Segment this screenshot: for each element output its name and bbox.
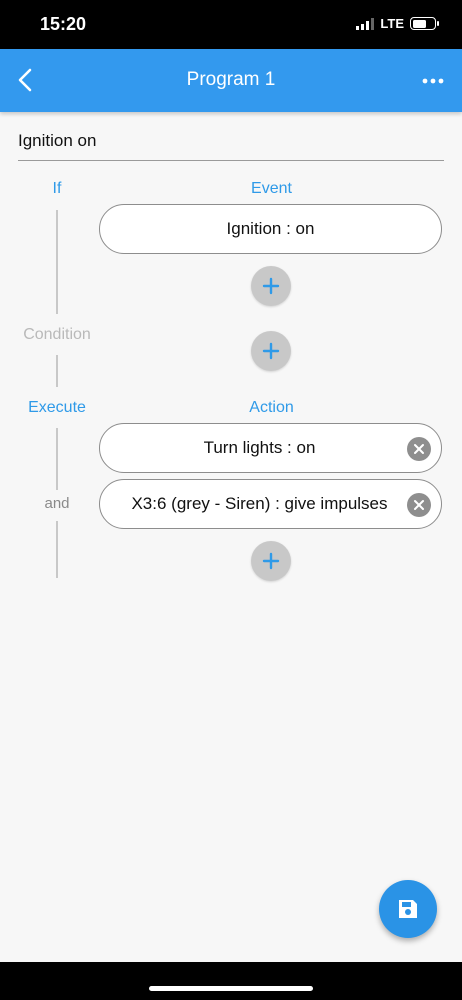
app-bar: Program 1: [0, 49, 462, 112]
page-title: Program 1: [186, 69, 276, 90]
more-menu-button[interactable]: [418, 69, 448, 93]
program-name-input[interactable]: Ignition on: [18, 122, 444, 161]
network-type: LTE: [380, 16, 404, 31]
home-indicator[interactable]: [149, 986, 313, 991]
event-item[interactable]: Ignition : on: [99, 204, 442, 254]
status-time: 15:20: [40, 14, 87, 34]
action-item-label: Turn lights : on: [203, 438, 316, 457]
action-item-label: X3:6 (grey - Siren) : give impulses: [131, 494, 388, 513]
execute-label: Execute: [28, 399, 86, 416]
condition-label: Condition: [23, 326, 91, 343]
action-item[interactable]: Turn lights : on: [99, 423, 442, 473]
condition-connector-line: [56, 355, 58, 387]
execute-connector-line: [56, 428, 58, 490]
battery-icon: [410, 17, 439, 30]
event-header: Event: [251, 180, 292, 197]
if-label: If: [52, 180, 62, 197]
save-button[interactable]: [379, 880, 437, 938]
close-icon: [414, 500, 424, 510]
plus-icon: [262, 277, 280, 295]
add-condition-button[interactable]: [251, 331, 291, 371]
bottom-bar: [0, 962, 462, 1000]
status-bar: 15:20 LTE: [0, 0, 462, 49]
and-connector-line: [56, 521, 58, 578]
plus-icon: [262, 552, 280, 570]
close-icon: [414, 444, 424, 454]
event-item-label: Ignition : on: [226, 219, 315, 238]
if-connector-line: [56, 210, 58, 314]
action-item[interactable]: X3:6 (grey - Siren) : give impulses: [99, 479, 442, 529]
status-indicators: LTE: [356, 16, 439, 31]
remove-action-button[interactable]: [407, 493, 431, 517]
add-action-button[interactable]: [251, 541, 291, 581]
remove-action-button[interactable]: [407, 437, 431, 461]
more-horizontal-icon: [422, 78, 444, 84]
action-header: Action: [249, 399, 294, 416]
plus-icon: [262, 342, 280, 360]
save-icon: [399, 900, 417, 918]
signal-bars-icon: [356, 17, 375, 30]
add-event-button[interactable]: [251, 266, 291, 306]
and-label: and: [44, 495, 70, 512]
